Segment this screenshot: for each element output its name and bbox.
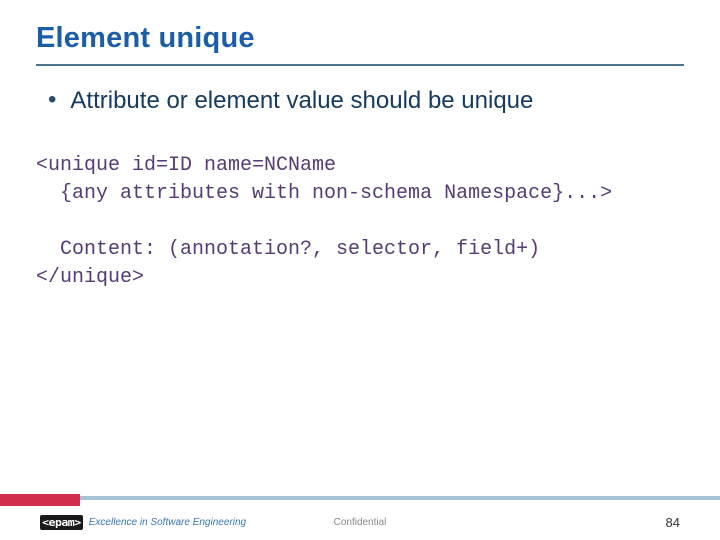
logo-badge: <epam>	[40, 515, 83, 530]
slide-title: Element unique	[36, 22, 255, 55]
logo-text: <epam>	[42, 516, 81, 529]
footer-logo: <epam> Excellence in Software Engineerin…	[40, 515, 246, 530]
bullet-item: • Attribute or element value should be u…	[48, 86, 680, 116]
title-divider	[36, 64, 684, 66]
code-block: <unique id=ID name=NCName {any attribute…	[36, 152, 684, 292]
logo-tagline: Excellence in Software Engineering	[89, 517, 246, 528]
footer-confidential: Confidential	[334, 517, 387, 528]
page-number: 84	[666, 515, 680, 530]
footer-bar-red	[0, 494, 80, 506]
bullet-text: Attribute or element value should be uni…	[70, 86, 533, 116]
footer-bar-teal-light	[80, 496, 720, 500]
footer-accent-bar	[0, 494, 720, 506]
bullet-dot-icon: •	[48, 86, 56, 114]
footer-bar-teal	[0, 500, 720, 506]
slide: Element unique • Attribute or element va…	[0, 0, 720, 540]
